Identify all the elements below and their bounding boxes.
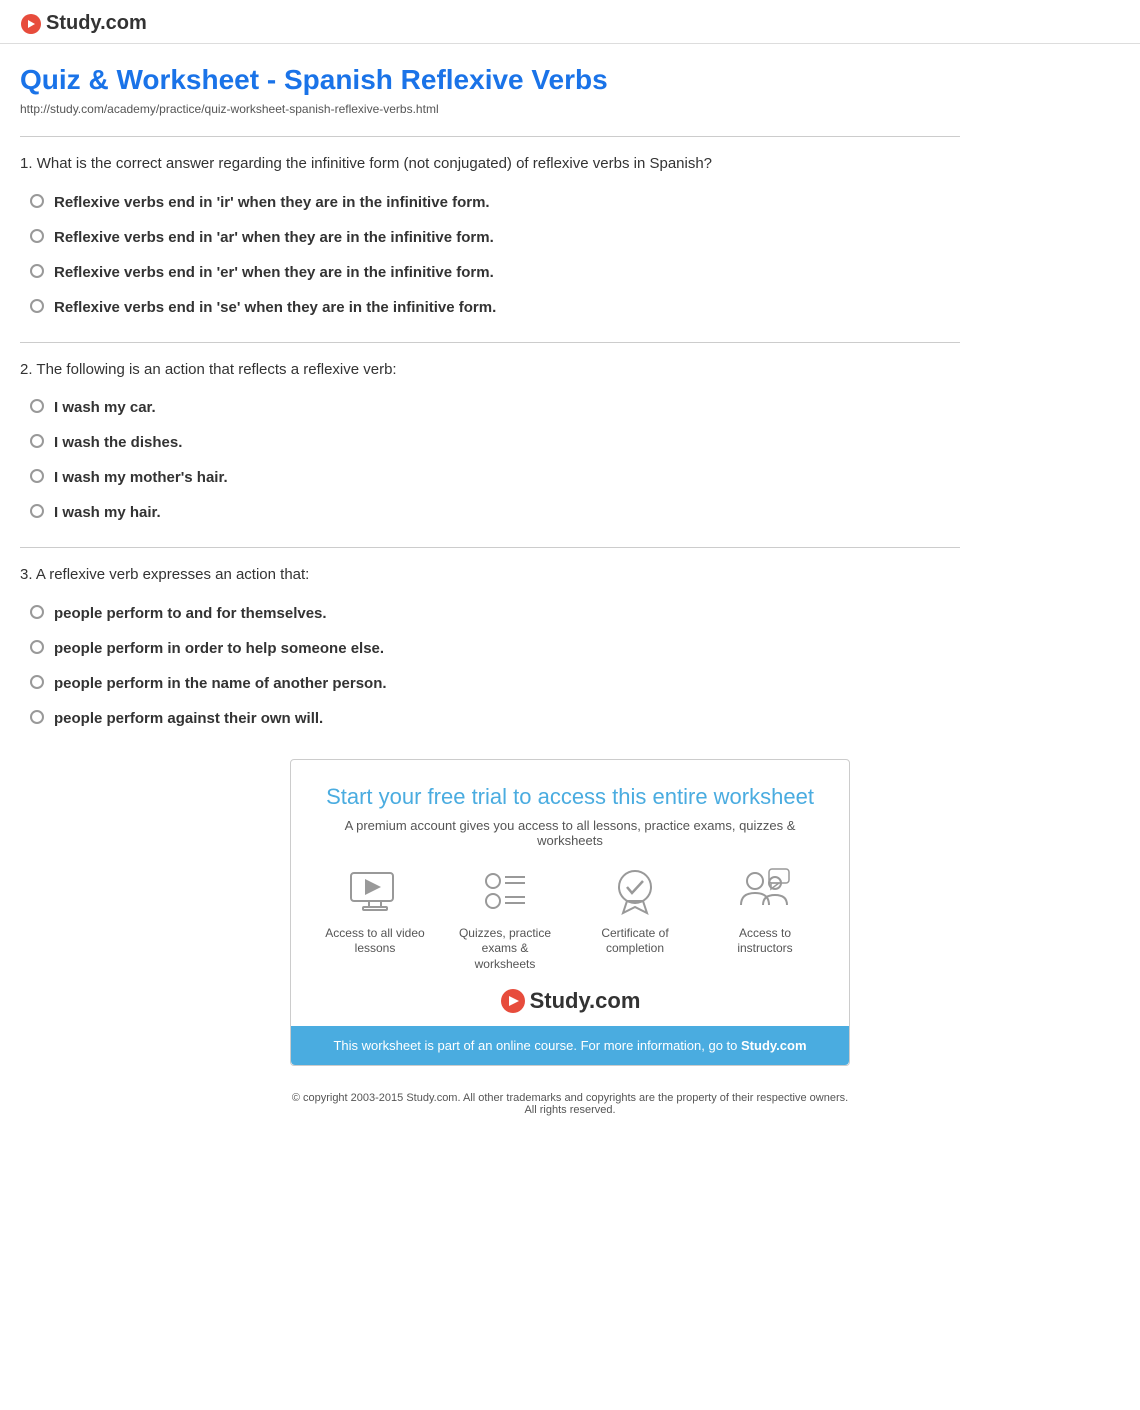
radio-3-2[interactable] (30, 640, 44, 654)
answer-2-4-text: I wash my hair. (54, 502, 161, 523)
answer-1-1-text: Reflexive verbs end in 'ir' when they ar… (54, 192, 490, 213)
answer-3-1-text: people perform to and for themselves. (54, 603, 327, 624)
question-1-number: 1 (20, 155, 28, 172)
cta-box: Start your free trial to access this ent… (290, 759, 850, 1067)
cta-icons-row: Access to all video lessons (315, 868, 825, 973)
answer-3-4-text: people perform against their own will. (54, 708, 323, 729)
divider-1 (20, 342, 960, 343)
cta-video-label: Access to all video lessons (325, 926, 425, 957)
divider-2 (20, 547, 960, 548)
answer-2-1-text: I wash my car. (54, 397, 156, 418)
question-3-number: 3 (20, 566, 28, 583)
cta-logo-row: Study.com (315, 988, 825, 1014)
cta-logo-icon (500, 988, 526, 1014)
cta-subtitle: A premium account gives you access to al… (315, 818, 825, 848)
video-icon (347, 868, 403, 918)
quizzes-icon (477, 868, 533, 918)
question-1-body: What is the correct answer regarding the… (37, 155, 712, 172)
answer-3-2-text: people perform in order to help someone … (54, 638, 384, 659)
answer-3-4[interactable]: people perform against their own will. (20, 708, 960, 729)
answer-2-2[interactable]: I wash the dishes. (20, 432, 960, 453)
question-2-body: The following is an action that reflects… (36, 361, 396, 378)
radio-1-2[interactable] (30, 229, 44, 243)
answer-1-4[interactable]: Reflexive verbs end in 'se' when they ar… (20, 297, 960, 318)
cta-title: Start your free trial to access this ent… (315, 784, 825, 810)
top-divider (20, 136, 960, 137)
certificate-icon (607, 868, 663, 918)
footer: © copyright 2003-2015 Study.com. All oth… (0, 1076, 1140, 1132)
cta-icon-quizzes: Quizzes, practice exams & worksheets (455, 868, 555, 973)
answer-2-2-text: I wash the dishes. (54, 432, 182, 453)
answer-2-3-text: I wash my mother's hair. (54, 467, 228, 488)
header: Study.com (0, 0, 1140, 44)
radio-3-1[interactable] (30, 605, 44, 619)
question-3: 3. A reflexive verb expresses an action … (20, 564, 960, 729)
answer-1-2-text: Reflexive verbs end in 'ar' when they ar… (54, 227, 494, 248)
answer-1-2[interactable]: Reflexive verbs end in 'ar' when they ar… (20, 227, 960, 248)
radio-2-2[interactable] (30, 434, 44, 448)
radio-2-1[interactable] (30, 399, 44, 413)
main-content: Quiz & Worksheet - Spanish Reflexive Ver… (0, 44, 980, 729)
answer-1-4-text: Reflexive verbs end in 'se' when they ar… (54, 297, 496, 318)
cta-icon-instructors: Access to instructors (715, 868, 815, 973)
cta-icon-certificate: Certificate of completion (585, 868, 685, 973)
footer-rights: All rights reserved. (20, 1104, 1120, 1116)
question-2: 2. The following is an action that refle… (20, 359, 960, 524)
answer-2-4[interactable]: I wash my hair. (20, 502, 960, 523)
answer-2-1[interactable]: I wash my car. (20, 397, 960, 418)
answer-1-1[interactable]: Reflexive verbs end in 'ir' when they ar… (20, 192, 960, 213)
cta-cert-label: Certificate of completion (585, 926, 685, 957)
cta-instructors-label: Access to instructors (715, 926, 815, 957)
answer-3-1[interactable]: people perform to and for themselves. (20, 603, 960, 624)
cta-container: Start your free trial to access this ent… (0, 759, 1140, 1067)
footer-copyright: © copyright 2003-2015 Study.com. All oth… (20, 1092, 1120, 1104)
radio-3-4[interactable] (30, 710, 44, 724)
answer-1-3-text: Reflexive verbs end in 'er' when they ar… (54, 262, 494, 283)
answer-3-3[interactable]: people perform in the name of another pe… (20, 673, 960, 694)
cta-banner-link[interactable]: Study.com (741, 1038, 807, 1053)
cta-icon-video: Access to all video lessons (325, 868, 425, 973)
answer-2-3[interactable]: I wash my mother's hair. (20, 467, 960, 488)
answer-1-3[interactable]: Reflexive verbs end in 'er' when they ar… (20, 262, 960, 283)
radio-1-4[interactable] (30, 299, 44, 313)
cta-logo: Study.com (315, 988, 825, 1014)
studycom-logo-icon (20, 13, 42, 35)
radio-2-4[interactable] (30, 504, 44, 518)
question-1-text: 1. What is the correct answer regarding … (20, 153, 960, 176)
instructors-icon (737, 868, 793, 918)
question-3-body: A reflexive verb expresses an action tha… (36, 566, 309, 583)
question-1: 1. What is the correct answer regarding … (20, 153, 960, 318)
answer-3-2[interactable]: people perform in order to help someone … (20, 638, 960, 659)
radio-1-3[interactable] (30, 264, 44, 278)
page-title: Quiz & Worksheet - Spanish Reflexive Ver… (20, 64, 960, 96)
radio-2-3[interactable] (30, 469, 44, 483)
cta-logo-text: Study.com (530, 988, 641, 1014)
cta-banner-text: This worksheet is part of an online cour… (333, 1038, 741, 1053)
cta-banner: This worksheet is part of an online cour… (291, 1026, 849, 1065)
radio-3-3[interactable] (30, 675, 44, 689)
radio-1-1[interactable] (30, 194, 44, 208)
logo-text: Study.com (46, 12, 147, 35)
cta-quizzes-label: Quizzes, practice exams & worksheets (455, 926, 555, 973)
answer-3-3-text: people perform in the name of another pe… (54, 673, 387, 694)
question-2-text: 2. The following is an action that refle… (20, 359, 960, 382)
page-url: http://study.com/academy/practice/quiz-w… (20, 102, 960, 116)
question-3-text: 3. A reflexive verb expresses an action … (20, 564, 960, 587)
question-2-number: 2 (20, 361, 28, 378)
logo: Study.com (20, 12, 1120, 35)
